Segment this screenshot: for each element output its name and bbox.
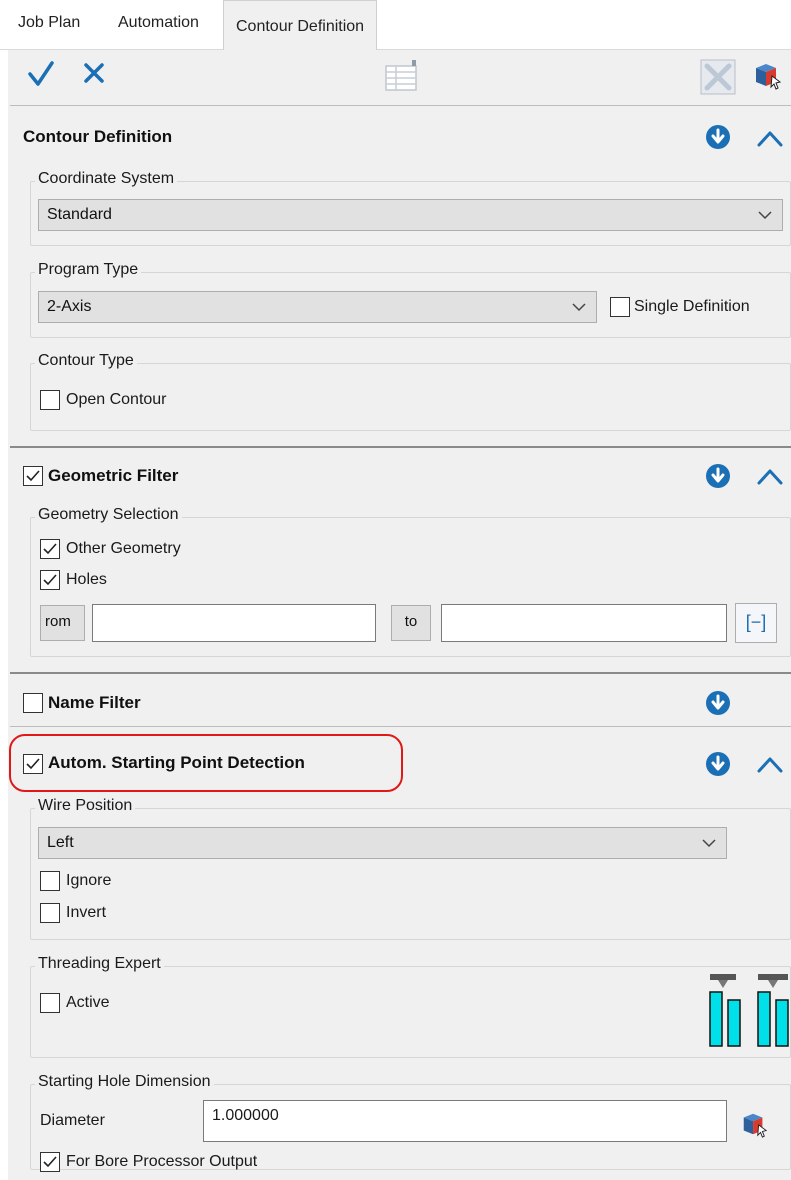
- open-contour-checkbox[interactable]: [40, 390, 60, 410]
- tab-contour-definition[interactable]: Contour Definition: [223, 0, 378, 51]
- section-separator: [10, 726, 791, 727]
- starting-hole-legend: Starting Hole Dimension: [35, 1073, 214, 1091]
- diameter-input[interactable]: 1.000000: [203, 1100, 727, 1142]
- section-separator: [10, 446, 791, 448]
- check-icon[interactable]: [27, 60, 55, 88]
- starting-point-checkbox[interactable]: [23, 754, 43, 774]
- coordinate-system-value: Standard: [47, 206, 112, 223]
- tab-automation[interactable]: Automation: [118, 14, 199, 32]
- coordinate-system-select[interactable]: Standard: [38, 199, 783, 231]
- chevron-down-icon: [758, 211, 772, 220]
- section-options-icon[interactable]: [705, 690, 731, 716]
- to-input[interactable]: [441, 604, 727, 642]
- from-input[interactable]: [92, 604, 376, 642]
- ignore-label: Ignore: [66, 872, 112, 889]
- name-filter-title: Name Filter: [48, 693, 141, 712]
- clear-box-icon[interactable]: [700, 59, 736, 95]
- threading-expert-icon: [709, 974, 789, 1047]
- contour-type-legend: Contour Type: [35, 352, 137, 370]
- section-options-icon[interactable]: [705, 124, 731, 150]
- cube-pick-icon[interactable]: [752, 60, 782, 90]
- wire-position-value: Left: [47, 834, 74, 851]
- geometric-filter-checkbox[interactable]: [23, 466, 43, 486]
- collapse-up-icon[interactable]: [757, 755, 783, 773]
- invert-label: Invert: [66, 904, 107, 921]
- holes-label: Holes: [66, 571, 107, 588]
- single-definition-label: Single Definition: [634, 298, 750, 315]
- single-definition-checkbox[interactable]: [610, 297, 630, 317]
- other-geometry-label: Other Geometry: [66, 540, 181, 557]
- table-icon[interactable]: [384, 58, 418, 92]
- invert-checkbox[interactable]: [40, 903, 60, 923]
- collapse-up-icon[interactable]: [757, 467, 783, 485]
- diameter-label: Diameter: [40, 1112, 105, 1129]
- starting-point-title: Autom. Starting Point Detection: [48, 753, 305, 772]
- range-button[interactable]: [−]: [735, 603, 777, 643]
- coordinate-system-legend: Coordinate System: [35, 170, 178, 188]
- program-type-legend: Program Type: [35, 261, 142, 279]
- from-button[interactable]: rom: [40, 605, 85, 641]
- chevron-down-icon: [702, 839, 716, 848]
- section-options-icon[interactable]: [705, 463, 731, 489]
- threading-active-checkbox[interactable]: [40, 993, 60, 1013]
- toolbar-separator: [10, 105, 791, 106]
- threading-active-label: Active: [66, 994, 110, 1011]
- wire-position-select[interactable]: Left: [38, 827, 727, 859]
- open-contour-label: Open Contour: [66, 391, 167, 408]
- name-filter-checkbox[interactable]: [23, 693, 43, 713]
- threading-expert-group: [30, 966, 791, 1058]
- contour-definition-title: Contour Definition: [23, 127, 173, 146]
- bore-output-label: For Bore Processor Output: [66, 1153, 258, 1170]
- ignore-checkbox[interactable]: [40, 871, 60, 891]
- other-geometry-checkbox[interactable]: [40, 539, 60, 559]
- section-options-icon[interactable]: [705, 751, 731, 777]
- holes-checkbox[interactable]: [40, 570, 60, 590]
- program-type-select[interactable]: 2-Axis: [38, 291, 597, 323]
- to-button[interactable]: to: [391, 605, 431, 641]
- wire-position-legend: Wire Position: [35, 797, 136, 815]
- program-type-value: 2-Axis: [47, 298, 92, 315]
- tab-job-plan[interactable]: Job Plan: [18, 14, 80, 32]
- chevron-down-icon: [572, 303, 586, 312]
- close-icon[interactable]: [83, 62, 105, 84]
- geometry-selection-legend: Geometry Selection: [35, 506, 182, 524]
- bore-output-checkbox[interactable]: [40, 1152, 60, 1172]
- threading-expert-legend: Threading Expert: [35, 955, 164, 973]
- section-separator: [10, 672, 791, 674]
- collapse-up-icon[interactable]: [757, 129, 783, 147]
- geometric-filter-title: Geometric Filter: [48, 466, 179, 485]
- tab-bar: Job Plan Automation Contour Definition: [0, 0, 791, 51]
- cube-pick-icon[interactable]: [740, 1110, 768, 1138]
